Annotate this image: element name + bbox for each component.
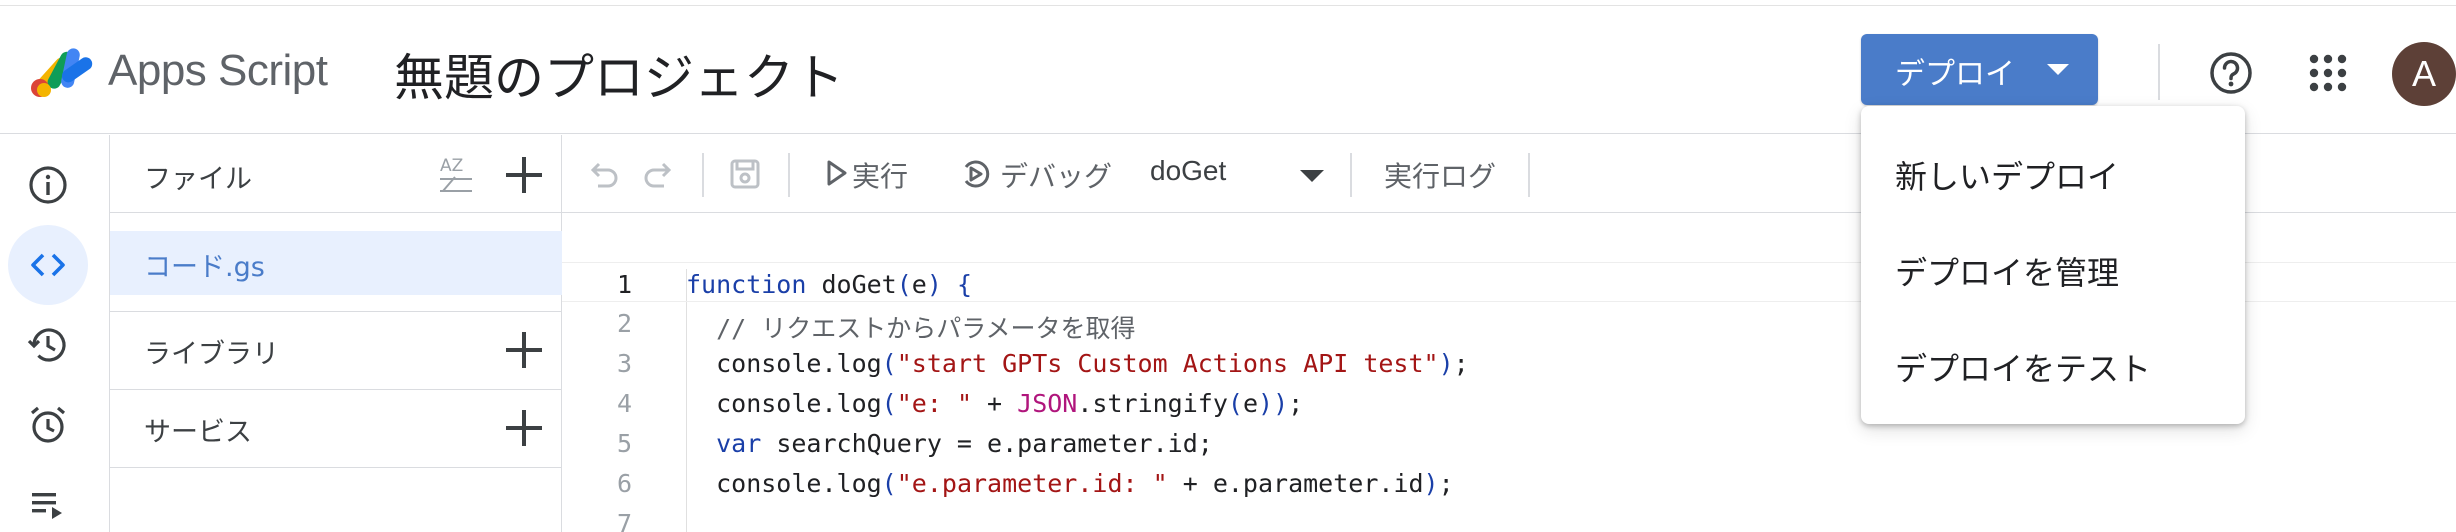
play-icon — [827, 160, 847, 186]
execution-log-button[interactable]: 実行ログ — [1384, 155, 1496, 195]
apps-script-logo[interactable] — [26, 38, 98, 100]
executions-icon — [32, 493, 62, 519]
code-text: console.log("e.parameter.id: " + e.param… — [686, 469, 1454, 498]
menu-item-label: 新しいデプロイ — [1895, 158, 2120, 196]
help-icon[interactable] — [2208, 50, 2254, 96]
files-label: ファイル — [144, 164, 252, 195]
line-number: 4 — [616, 389, 632, 418]
alarm-icon — [30, 406, 66, 443]
menu-item-manage-deployments[interactable]: デプロイを管理 — [1861, 220, 2245, 316]
deploy-button[interactable]: デプロイ — [1861, 34, 2098, 105]
line-number: 6 — [616, 469, 632, 498]
debug-button[interactable]: デバッグ — [958, 145, 1128, 203]
executions-button[interactable] — [8, 465, 88, 532]
history-icon — [27, 328, 66, 362]
run-label: 実行 — [852, 160, 909, 193]
function-select-value[interactable]: doGet — [1150, 155, 1226, 187]
info-icon — [29, 166, 67, 204]
redo-icon[interactable] — [640, 155, 678, 193]
app-name[interactable]: Apps Script — [108, 46, 328, 96]
files-header: ファイル AZ — [110, 135, 562, 213]
run-button[interactable]: 実行 — [824, 145, 934, 203]
undo-icon[interactable] — [584, 155, 622, 193]
triggers-button[interactable] — [8, 385, 88, 465]
code-icon — [31, 253, 65, 277]
editor-button[interactable] — [8, 225, 88, 305]
line-number: 3 — [616, 349, 632, 378]
code-text: console.log("e: " + JSON.stringify(e)); — [686, 389, 1304, 418]
libraries-section: ライブラリ — [110, 311, 562, 389]
line-number: 5 — [616, 429, 632, 458]
menu-item-label: デプロイを管理 — [1895, 254, 2120, 292]
code-text: console.log("start GPTs Custom Actions A… — [686, 349, 1469, 378]
file-name: コード.gs — [144, 252, 265, 283]
debug-label: デバッグ — [1000, 160, 1113, 193]
files-panel-footer — [110, 467, 562, 532]
libraries-label: ライブラリ — [144, 339, 279, 370]
toolbar-divider — [1528, 153, 1530, 197]
add-library-button[interactable] — [506, 332, 542, 368]
toolbar-divider — [788, 153, 790, 197]
overview-button[interactable] — [8, 145, 88, 225]
caret-down-icon — [2047, 64, 2069, 75]
menu-item-test-deployments[interactable]: デプロイをテスト — [1861, 316, 2245, 412]
line-number: 2 — [616, 309, 632, 338]
code-line[interactable]: 6 console.log("e.parameter.id: " + e.par… — [562, 462, 2456, 502]
dropdown-caret-icon[interactable] — [1300, 170, 1324, 182]
account-avatar[interactable]: A — [2392, 42, 2456, 106]
code-line[interactable]: 5 var searchQuery = e.parameter.id; — [562, 422, 2456, 462]
apps-grid-icon[interactable] — [2309, 54, 2347, 92]
header-divider — [2158, 44, 2160, 100]
sort-az-icon[interactable]: AZ — [436, 153, 478, 195]
line-number: 7 — [616, 509, 632, 532]
code-line[interactable]: 7 — [562, 502, 2456, 532]
file-item-code-gs[interactable]: コード.gs — [110, 231, 562, 295]
add-file-button[interactable] — [506, 157, 542, 193]
left-rail — [0, 135, 110, 532]
menu-item-label: デプロイをテスト — [1895, 350, 2152, 388]
save-icon[interactable] — [726, 155, 764, 193]
code-text: var searchQuery = e.parameter.id; — [716, 429, 1213, 458]
menu-item-new-deployment[interactable]: 新しいデプロイ — [1861, 124, 2245, 220]
line-number: 1 — [616, 270, 632, 299]
sort-label: AZ — [440, 156, 463, 176]
services-label: サービス — [144, 417, 252, 448]
code-text: function doGet(e) { — [686, 270, 973, 299]
debug-icon — [964, 160, 990, 188]
services-section: サービス — [110, 389, 562, 467]
project-history-button[interactable] — [8, 305, 88, 385]
add-service-button[interactable] — [506, 410, 542, 446]
toolbar-divider — [702, 153, 704, 197]
files-panel: ファイル AZ コード.gs ライブラリ サービス — [110, 135, 562, 532]
toolbar-divider — [1350, 153, 1352, 197]
code-text: // リクエストからパラメータを取得 — [686, 314, 1136, 343]
deploy-button-label: デプロイ — [1895, 57, 2015, 92]
deploy-menu: 新しいデプロイ デプロイを管理 デプロイをテスト — [1861, 106, 2245, 424]
project-title[interactable]: 無題のプロジェクト — [394, 38, 844, 110]
